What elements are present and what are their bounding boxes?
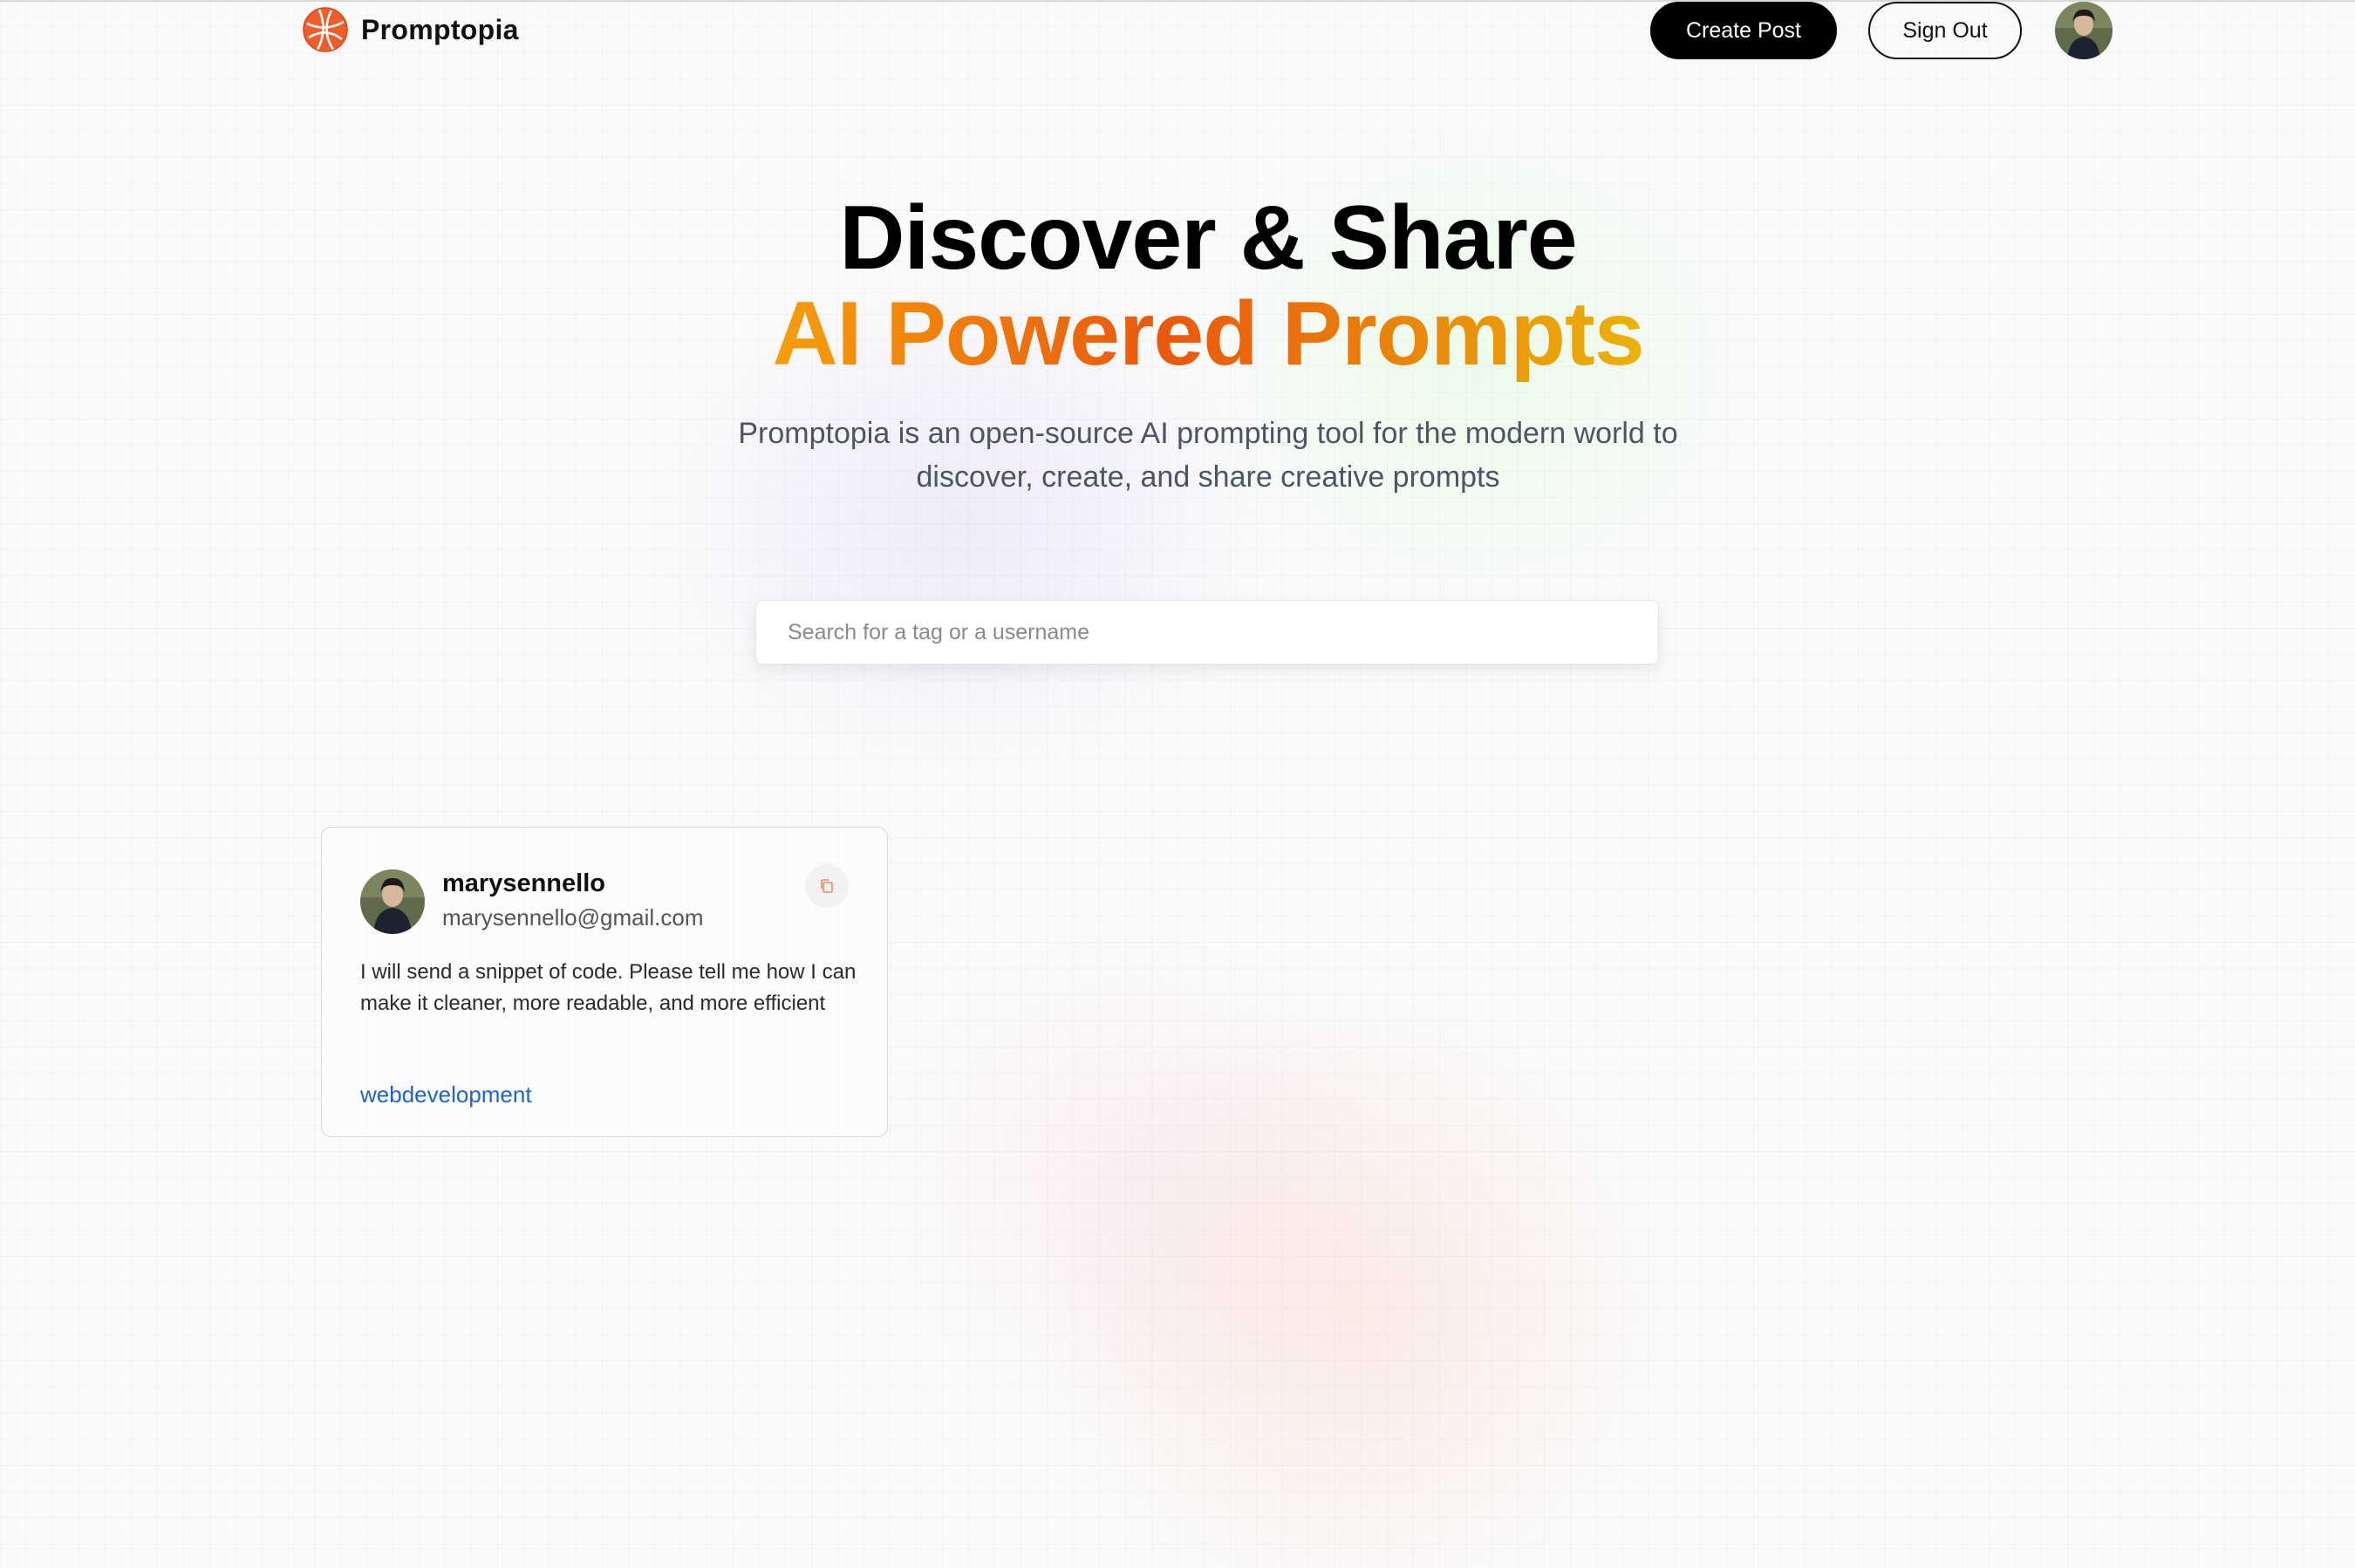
search-input[interactable] bbox=[755, 600, 1659, 665]
globe-logo-icon bbox=[303, 7, 348, 52]
card-avatar[interactable] bbox=[360, 869, 425, 934]
create-post-button[interactable]: Create Post bbox=[1650, 2, 1837, 59]
brand-link[interactable]: Promptopia bbox=[302, 6, 519, 53]
prompt-card[interactable]: marysennello marysennello@gmail.com I wi… bbox=[321, 827, 888, 1137]
copy-icon bbox=[821, 879, 833, 893]
card-tag-link[interactable]: webdevelopment bbox=[360, 1079, 532, 1110]
page: Promptopia Create Post Sign Out Discover… bbox=[0, 0, 2355, 1568]
brand-name: Promptopia bbox=[361, 13, 519, 45]
navbar: Promptopia Create Post Sign Out bbox=[0, 0, 2355, 63]
copy-button[interactable] bbox=[805, 864, 849, 908]
card-email: marysennello@gmail.com bbox=[442, 904, 704, 931]
hero-title-line1: Discover & Share bbox=[839, 187, 1577, 289]
sign-out-button[interactable]: Sign Out bbox=[1868, 2, 2022, 59]
hero-title-line2: AI Powered Prompts bbox=[772, 283, 1644, 385]
card-username[interactable]: marysennello bbox=[442, 868, 704, 899]
profile-avatar[interactable] bbox=[2055, 2, 2113, 59]
user-avatar-icon bbox=[360, 869, 425, 934]
card-prompt-text: I will send a snippet of code. Please te… bbox=[360, 960, 857, 1015]
hero-description: Promptopia is an open-source AI promptin… bbox=[738, 417, 1678, 494]
user-avatar-icon bbox=[2055, 2, 2113, 59]
card-user-info: marysennello marysennello@gmail.com bbox=[442, 868, 704, 934]
hero-title: Discover & Share AI Powered Prompts bbox=[0, 190, 2355, 382]
